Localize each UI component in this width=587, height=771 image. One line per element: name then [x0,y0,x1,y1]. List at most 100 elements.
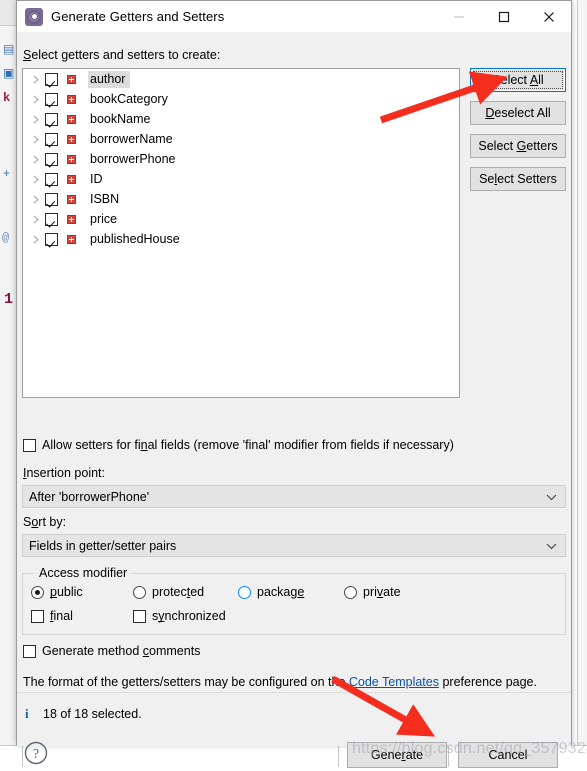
list-item-label: author [88,71,130,88]
expand-chevron-icon[interactable] [27,95,45,104]
checkbox-final[interactable]: final [31,609,73,623]
generate-method-comments-checkbox[interactable]: Generate method comments [23,644,200,658]
field-list[interactable]: author bookCategory bookName borrowerNam… [22,68,460,398]
expand-chevron-icon[interactable] [27,115,45,124]
checkbox-synchronized-box[interactable] [133,610,146,623]
status-text: 18 of 18 selected. [43,707,142,721]
list-item[interactable]: ISBN [23,189,459,209]
select-all-button[interactable]: Select All [470,68,566,92]
dialog-title-bar[interactable]: Generate Getters and Setters [17,1,571,32]
close-icon[interactable] [526,1,571,32]
list-item[interactable]: borrowerName [23,129,459,149]
allow-final-setters-box[interactable] [23,439,36,452]
dialog-body: Select getters and setters to create: au… [17,32,571,746]
select-setters-post: ect Setters [497,172,557,186]
expand-chevron-icon[interactable] [27,155,45,164]
insertion-point-select[interactable]: After 'borrowerPhone' [22,485,566,508]
list-item[interactable]: bookName [23,109,459,129]
sort-by-value: Fields in getter/setter pairs [29,539,176,553]
bg-glyph-icon-1: ▣ [3,68,14,80]
expand-chevron-icon[interactable] [27,75,45,84]
list-item-label: price [88,211,122,228]
select-setters-pre: Se [479,172,494,186]
access-modifier-group: Access modifier public protected package… [22,573,566,635]
code-templates-link[interactable]: Code Templates [349,675,439,689]
expand-chevron-icon[interactable] [27,215,45,224]
list-item-checkbox[interactable] [45,133,58,146]
generate-method-comments-box[interactable] [23,645,36,658]
chevron-down-icon[interactable] [546,539,557,553]
bg-glyph-one: 1 [4,292,13,307]
list-item-label: borrowerName [88,131,178,148]
list-item[interactable]: ID [23,169,459,189]
prompt-label: Select getters and setters to create: [23,48,220,62]
list-item-checkbox[interactable] [45,153,58,166]
list-item[interactable]: bookCategory [23,89,459,109]
select-setters-button[interactable]: Select Setters [470,167,566,191]
generate-getters-setters-dialog: Generate Getters and Setters Select gett… [16,0,572,745]
list-item-label: publishedHouse [88,231,185,248]
list-item-checkbox[interactable] [45,233,58,246]
list-item-checkbox[interactable] [45,93,58,106]
radio-private[interactable]: private [344,585,401,599]
bg-glyph-k: k [3,92,10,104]
allow-final-pre: Allow setters for fi [42,438,141,452]
radio-public[interactable]: public [31,585,83,599]
expand-chevron-icon[interactable] [27,235,45,244]
checkbox-sync-post: nchronized [165,609,226,623]
list-item-label: bookCategory [88,91,173,108]
radio-package[interactable]: package [238,585,304,599]
radio-package-dot[interactable] [238,586,251,599]
list-item-label: borrowerPhone [88,151,180,168]
field-icon [67,95,76,104]
list-item-checkbox[interactable] [45,73,58,86]
list-item[interactable]: borrowerPhone [23,149,459,169]
list-item-checkbox[interactable] [45,213,58,226]
hint-after: preference page. [439,675,537,689]
expand-chevron-icon[interactable] [27,195,45,204]
radio-private-pre: pri [363,585,377,599]
window-controls [436,1,571,32]
list-item-checkbox[interactable] [45,173,58,186]
footer-divider [17,692,571,693]
list-item-checkbox[interactable] [45,193,58,206]
checkbox-final-box[interactable] [31,610,44,623]
list-item[interactable]: publishedHouse [23,229,459,249]
expand-chevron-icon[interactable] [27,175,45,184]
sort-by-label: Sort by: [23,515,66,529]
list-item-label: bookName [88,111,155,128]
bg-glyph-icon-0: ▤ [3,44,14,56]
list-item[interactable]: author [23,69,459,89]
insertion-point-label-rest: nsertion point: [26,466,105,480]
bg-divider-2 [338,745,339,767]
radio-public-dot[interactable] [31,586,44,599]
field-icon [67,135,76,144]
info-icon: i [25,706,29,722]
radio-protected-post: ed [190,585,204,599]
list-item-label: ID [88,171,108,188]
hint-before: The format of the getters/setters may be… [23,675,349,689]
field-icon [67,115,76,124]
chevron-down-icon[interactable] [546,490,557,504]
bg-glyph-plus: + [3,168,10,180]
radio-protected[interactable]: protected [133,585,204,599]
list-item-checkbox[interactable] [45,113,58,126]
radio-protected-dot[interactable] [133,586,146,599]
list-item[interactable]: price [23,209,459,229]
deselect-all-button[interactable]: Deselect All [470,101,566,125]
select-getters-post: etters [526,139,557,153]
dialog-title: Generate Getters and Setters [51,9,224,24]
allow-final-setters-checkbox[interactable]: Allow setters for final fields (remove '… [23,438,454,452]
gear-icon [25,8,43,26]
checkbox-synchronized[interactable]: synchronized [133,609,226,623]
help-button[interactable]: ? [23,740,49,766]
sort-by-post: rt by: [38,515,66,529]
bg-glyph-at: @ [2,232,9,244]
radio-private-dot[interactable] [344,586,357,599]
minimize-button[interactable] [436,1,481,32]
maximize-button[interactable] [481,1,526,32]
sort-by-select[interactable]: Fields in getter/setter pairs [22,534,566,557]
select-getters-button[interactable]: Select Getters [470,134,566,158]
field-icon [67,155,76,164]
expand-chevron-icon[interactable] [27,135,45,144]
